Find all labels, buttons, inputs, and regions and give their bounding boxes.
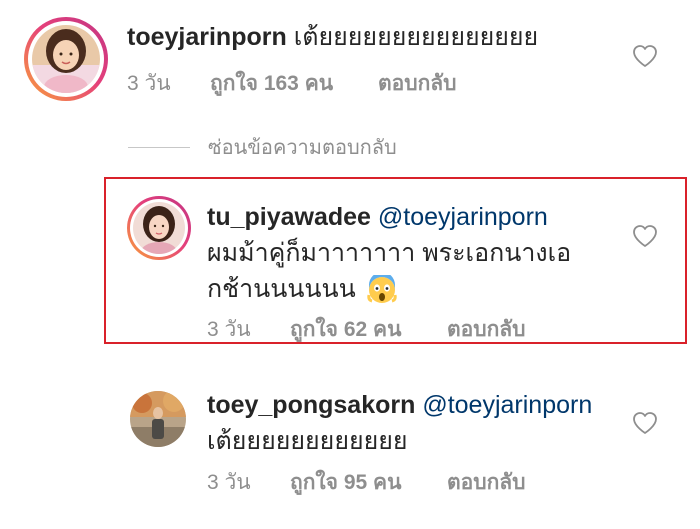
comment-meta: 3 วัน ถูกใจ 163 คน ตอบกลับ [127,67,527,95]
portrait-avatar-icon [32,25,100,93]
comment-text: เต้ยยยยยยยยยยยย [207,427,408,455]
mention-link[interactable]: @toeyjarinporn [422,391,592,419]
likes-count[interactable]: ถูกใจ 95 คน [290,466,401,499]
likes-count[interactable]: ถูกใจ 163 คน [210,67,333,100]
timestamp[interactable]: 3 วัน [207,313,251,346]
comment-text: เต้ยยยยยยยยยยยยยยย [293,23,539,51]
username[interactable]: tu_piyawadee [207,203,371,231]
heart-icon[interactable] [632,411,658,435]
reply-button[interactable]: ตอบกลับ [378,67,457,100]
comment-meta: 3 วัน ถูกใจ 95 คน ตอบกลับ [207,466,607,494]
portrait-avatar-icon [130,391,186,447]
comment-body: toey_pongsakorn @toeyjarinporn เต้ยยยยยย… [207,387,647,459]
heart-icon[interactable] [632,224,658,248]
likes-count[interactable]: ถูกใจ 62 คน [290,313,401,346]
heart-icon[interactable] [632,44,658,68]
hide-replies-toggle[interactable]: ซ่อนข้อความตอบกลับ [128,133,397,161]
screaming-face-emoji [366,275,397,304]
divider-line [128,146,190,148]
comment-body: tu_piyawadee @toeyjarinporn ผมม้าคู่ก็มา… [207,199,647,307]
timestamp[interactable]: 3 วัน [207,466,251,499]
avatar[interactable] [32,25,100,93]
comment-body: toeyjarinporn เต้ยยยยยยยยยยยยยยย [127,19,607,55]
username[interactable]: toey_pongsakorn [207,391,415,419]
comment-text-line1: ผมม้าคู่ก็มาาาาาาา พระเอกนางเอ [207,239,572,267]
mention-link[interactable]: @toeyjarinporn [378,203,548,231]
comment-meta: 3 วัน ถูกใจ 62 คน ตอบกลับ [207,313,607,341]
avatar[interactable] [130,391,186,447]
reply-button[interactable]: ตอบกลับ [447,466,526,499]
username[interactable]: toeyjarinporn [127,23,287,51]
reply-button[interactable]: ตอบกลับ [447,313,526,346]
avatar[interactable] [133,202,185,254]
hide-replies-label[interactable]: ซ่อนข้อความตอบกลับ [208,131,397,163]
timestamp[interactable]: 3 วัน [127,67,171,100]
portrait-avatar-icon [133,202,185,254]
comment-text-line2: กช้านนนนนน [207,275,356,303]
